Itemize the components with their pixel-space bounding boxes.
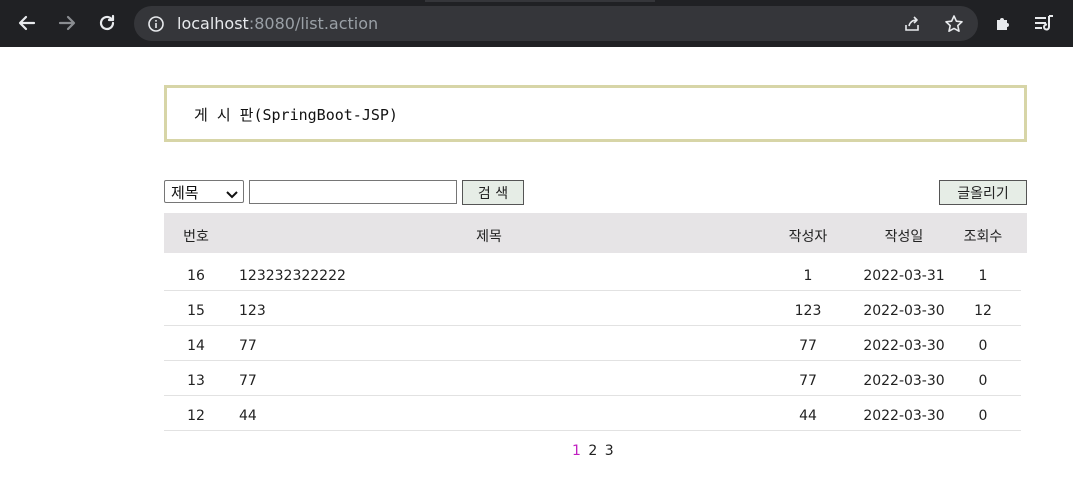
- search-input[interactable]: [249, 180, 457, 204]
- star-icon[interactable]: [944, 14, 964, 34]
- row-title-link[interactable]: 77: [239, 373, 257, 389]
- address-bar[interactable]: localhost:8080/list.action: [134, 6, 978, 41]
- header-date: 작성일: [884, 229, 924, 245]
- info-icon[interactable]: [146, 14, 166, 34]
- header-title: 제목: [476, 229, 502, 245]
- board-title-box: 게 시 판(SpringBoot-JSP): [164, 85, 1027, 142]
- row-views: 0: [978, 408, 988, 424]
- search-field-select[interactable]: 제목: [164, 180, 244, 203]
- row-date: 2022-03-30: [863, 408, 945, 424]
- row-writer: 1: [803, 268, 813, 284]
- row-title-link[interactable]: 77: [239, 338, 257, 354]
- row-writer: 77: [799, 373, 817, 389]
- row-views: 1: [978, 268, 988, 284]
- row-date: 2022-03-30: [863, 373, 945, 389]
- page-link-1[interactable]: 1: [572, 443, 581, 459]
- row-writer: 77: [799, 338, 817, 354]
- row-date: 2022-03-30: [863, 338, 945, 354]
- page-title: 게 시 판(SpringBoot-JSP): [194, 106, 398, 124]
- chevron-down-icon: [226, 186, 238, 204]
- table-header: 번호 제목 작성자 작성일 조회수: [164, 213, 1027, 253]
- table-row[interactable]: 16 123232322222 1 2022-03-31 1: [164, 256, 1021, 291]
- pagination: 1 2 3: [572, 443, 617, 459]
- page-link-2[interactable]: 2: [588, 443, 597, 459]
- row-writer: 44: [799, 408, 817, 424]
- page-link-3[interactable]: 3: [605, 443, 614, 459]
- write-post-button[interactable]: 글올리기: [939, 180, 1027, 205]
- row-title-link[interactable]: 123: [239, 303, 266, 319]
- row-title-link[interactable]: 123232322222: [239, 268, 346, 284]
- forward-arrow-icon[interactable]: [55, 11, 79, 35]
- row-views: 0: [978, 338, 988, 354]
- back-arrow-icon[interactable]: [15, 11, 39, 35]
- header-views: 조회수: [963, 229, 1003, 245]
- tab-strip-edge: [425, 0, 655, 2]
- reading-list-icon[interactable]: [1032, 11, 1056, 35]
- row-views: 0: [978, 373, 988, 389]
- row-date: 2022-03-30: [863, 303, 945, 319]
- share-icon[interactable]: [902, 14, 922, 34]
- table-row[interactable]: 12 44 44 2022-03-30 0: [164, 396, 1021, 431]
- header-num: 번호: [183, 229, 209, 245]
- row-num: 12: [187, 408, 205, 424]
- search-field-value: 제목: [171, 184, 199, 202]
- table-row[interactable]: 13 77 77 2022-03-30 0: [164, 361, 1021, 396]
- row-num: 14: [187, 338, 205, 354]
- row-title-link[interactable]: 44: [239, 408, 257, 424]
- row-num: 16: [187, 268, 205, 284]
- url-path: :8080/list.action: [248, 14, 379, 33]
- puzzle-extension-icon[interactable]: [992, 11, 1016, 35]
- row-views: 12: [974, 303, 992, 319]
- row-date: 2022-03-31: [863, 268, 945, 284]
- table-row[interactable]: 14 77 77 2022-03-30 0: [164, 326, 1021, 361]
- url-host: localhost: [177, 14, 249, 33]
- row-writer: 123: [794, 303, 822, 319]
- header-writer: 작성자: [788, 229, 828, 245]
- browser-toolbar: localhost:8080/list.action: [0, 0, 1073, 47]
- row-num: 13: [187, 373, 205, 389]
- url-text[interactable]: localhost:8080/list.action: [177, 14, 378, 33]
- row-num: 15: [187, 303, 205, 319]
- search-button[interactable]: 검 색: [462, 180, 524, 205]
- table-row[interactable]: 15 123 123 2022-03-30 12: [164, 291, 1021, 326]
- reload-icon[interactable]: [95, 11, 119, 35]
